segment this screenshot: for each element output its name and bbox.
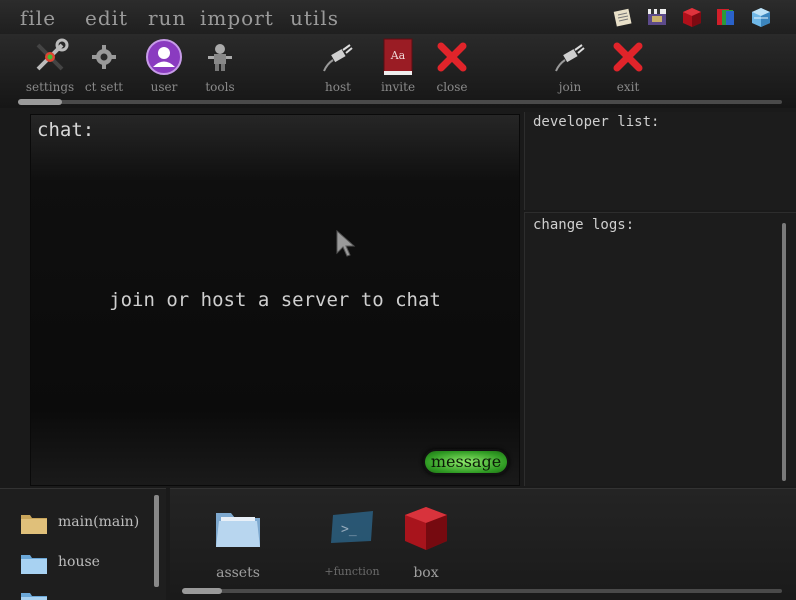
project-settings-button[interactable]: ct sett	[72, 34, 136, 100]
folder-icon	[213, 503, 263, 553]
change-logs-title: change logs:	[533, 217, 635, 233]
plug-icon	[551, 38, 589, 76]
exit-button[interactable]: exit	[596, 34, 660, 100]
user-avatar-icon	[145, 38, 183, 76]
user-button[interactable]: user	[132, 34, 196, 100]
plug-icon	[319, 38, 357, 76]
folder-icon	[20, 551, 48, 575]
change-logs-scrollbar[interactable]	[782, 223, 786, 481]
close-label: close	[436, 80, 468, 94]
menu-run[interactable]: run	[148, 6, 186, 30]
menu-edit[interactable]: edit	[85, 6, 128, 30]
robot-tools-icon	[201, 38, 239, 76]
red-cube-icon[interactable]	[681, 6, 703, 28]
tree-item-label: main(main)	[58, 514, 140, 530]
project-settings-label: ct sett	[84, 80, 124, 94]
folder-icon	[20, 511, 48, 535]
toolbar: settings ct sett user tools host Aa invi…	[0, 34, 796, 108]
close-x-icon	[433, 38, 471, 76]
hierarchy-panel: main(main) house	[0, 488, 166, 600]
blue-box-icon[interactable]	[750, 6, 772, 28]
tools-button[interactable]: tools	[188, 34, 252, 100]
folder-icon	[20, 589, 48, 600]
asset-box[interactable]: box	[386, 501, 466, 583]
developer-list-title: developer list:	[533, 114, 660, 130]
join-label: join	[558, 80, 582, 94]
wrench-screwdriver-icon	[31, 38, 69, 76]
tools-label: tools	[205, 80, 235, 94]
asset-label: +function	[324, 565, 380, 578]
exit-x-icon	[609, 38, 647, 76]
host-label: host	[325, 80, 351, 94]
menu-bar: file edit run import utils	[0, 0, 796, 34]
menu-import[interactable]: import	[200, 6, 274, 30]
assets-scrollbar-thumb[interactable]	[182, 588, 222, 594]
assets-scrollbar[interactable]	[182, 588, 782, 594]
asset-assets-folder[interactable]: assets	[198, 501, 278, 583]
terminal-icon: >_	[327, 503, 377, 553]
book-icon: Aa	[379, 38, 417, 76]
asset-label: assets	[216, 565, 260, 581]
close-button[interactable]: close	[420, 34, 484, 100]
host-button[interactable]: host	[306, 34, 370, 100]
gear-icon	[85, 38, 123, 76]
chat-panel: chat: join or host a server to chat mess…	[30, 114, 520, 486]
asset-add-function[interactable]: >_ +function	[312, 501, 392, 583]
tree-item-label: house	[58, 554, 100, 570]
menu-utils[interactable]: utils	[290, 6, 339, 30]
hierarchy-scrollbar[interactable]	[154, 495, 159, 587]
message-button[interactable]: message	[423, 449, 509, 475]
menu-file[interactable]: file	[20, 6, 56, 30]
color-cards-icon[interactable]	[714, 6, 736, 28]
exit-label: exit	[616, 80, 640, 94]
change-logs-panel: change logs:	[524, 212, 796, 486]
asset-label: box	[413, 565, 439, 581]
toolbar-scrollbar-thumb[interactable]	[18, 99, 62, 105]
clapperboard-icon[interactable]	[646, 6, 668, 28]
mouse-cursor-icon	[335, 229, 357, 259]
user-label: user	[150, 80, 178, 94]
function-glyph: >_	[341, 522, 357, 537]
developer-list-panel: developer list:	[524, 112, 796, 210]
red-cube-icon	[401, 503, 451, 553]
join-button[interactable]: join	[538, 34, 602, 100]
chat-empty-message: join or host a server to chat	[109, 289, 441, 311]
notepad-icon[interactable]	[612, 6, 634, 28]
invite-book-text: Aa	[390, 49, 406, 62]
chat-title: chat:	[37, 119, 95, 141]
toolbar-scrollbar[interactable]	[18, 99, 782, 105]
assets-panel: assets >_ +function box	[170, 488, 796, 600]
